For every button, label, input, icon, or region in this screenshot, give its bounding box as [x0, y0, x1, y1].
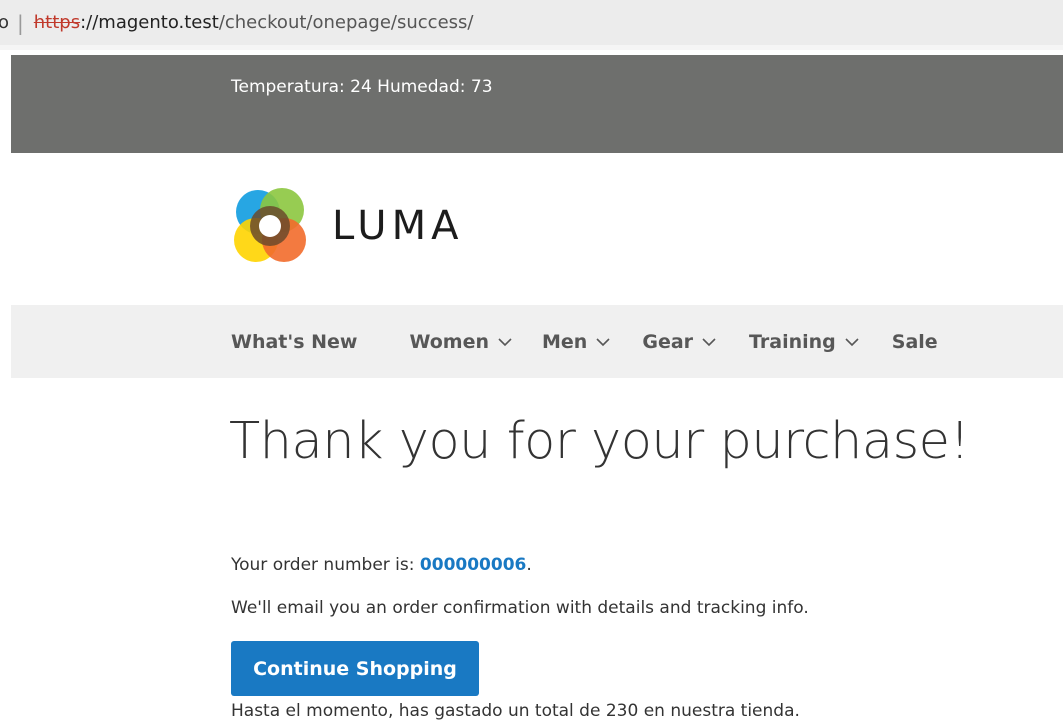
nav-item-label: Gear [642, 330, 694, 353]
checkout-success-content: Your order number is: 000000006. We'll e… [231, 553, 809, 620]
continue-shopping-button[interactable]: Continue Shopping [231, 641, 479, 696]
nav-item-men[interactable]: Men [542, 331, 610, 353]
order-number-suffix: . [526, 555, 532, 575]
chevron-down-icon [596, 337, 610, 346]
order-number-prefix: Your order number is: [231, 555, 420, 575]
nav-item-training[interactable]: Training [749, 331, 859, 353]
chevron-down-icon [702, 337, 716, 346]
nav-item-whats-new[interactable]: What's New [231, 331, 357, 353]
total-spent-message: Hasta el momento, has gastado un total d… [231, 701, 800, 721]
nav-item-label: Training [749, 330, 836, 353]
url-host: ://magento.test [80, 12, 219, 33]
url-leading-fragment: o [0, 12, 9, 33]
main-navigation: What's New Women Men Gear Training Sale [11, 305, 1063, 378]
nav-item-label: Sale [891, 330, 938, 353]
browser-address-bar[interactable]: o | https ://magento.test /checkout/onep… [0, 0, 1063, 50]
nav-item-label: Men [542, 330, 588, 353]
logo-wordmark: LUMA [332, 203, 464, 249]
luma-logo-icon [234, 188, 306, 262]
site-header: LUMA [0, 153, 1063, 305]
order-number-link[interactable]: 000000006 [420, 555, 526, 575]
page-title: Thank you for your purchase! [229, 412, 970, 471]
url-scheme-insecure: https [33, 12, 81, 33]
chevron-down-icon [845, 337, 859, 346]
nav-item-sale[interactable]: Sale [892, 331, 938, 353]
confirmation-message: We'll email you an order confirmation wi… [231, 598, 809, 618]
nav-item-label: Women [409, 330, 490, 353]
nav-item-women[interactable]: Women [409, 331, 512, 353]
nav-item-label: What's New [231, 330, 358, 353]
order-number-line: Your order number is: 000000006. [231, 553, 809, 577]
chevron-down-icon [498, 337, 512, 346]
store-logo[interactable]: LUMA [230, 186, 463, 266]
top-panel: Temperatura: 24 Humedad: 73 [11, 55, 1063, 153]
url-separator: | [17, 10, 24, 35]
weather-info: Temperatura: 24 Humedad: 73 [231, 77, 493, 97]
nav-item-gear[interactable]: Gear [642, 331, 716, 353]
url-path: /checkout/onepage/success/ [218, 12, 474, 33]
